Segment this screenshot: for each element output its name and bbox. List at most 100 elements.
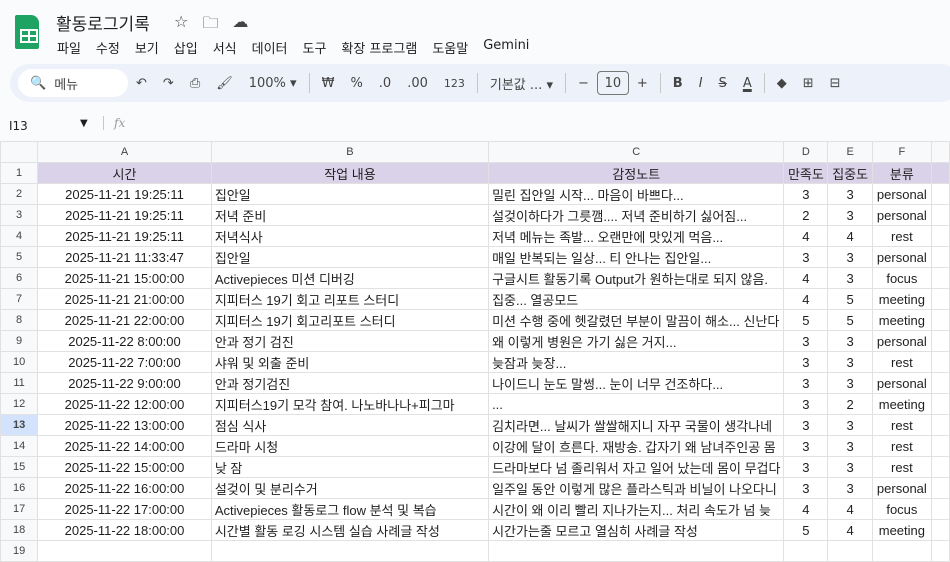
increase-decimal-button[interactable]: .00 bbox=[399, 76, 436, 91]
cell[interactable] bbox=[930, 183, 950, 205]
cell[interactable]: 2025-11-22 17:00:00 bbox=[37, 498, 212, 520]
cell[interactable]: 저녁식사 bbox=[210, 225, 490, 247]
cell[interactable] bbox=[930, 288, 950, 310]
cell[interactable]: 3 bbox=[783, 414, 829, 436]
fill-color-icon[interactable]: ◆ bbox=[769, 76, 795, 91]
star-icon[interactable]: ☆ bbox=[174, 12, 188, 39]
row-header[interactable]: 10 bbox=[0, 351, 39, 373]
cell[interactable]: 4 bbox=[827, 225, 874, 247]
name-box[interactable]: I13 bbox=[9, 119, 28, 133]
strikethrough-button[interactable]: S bbox=[711, 76, 735, 91]
cell[interactable]: focus bbox=[872, 498, 932, 520]
cell[interactable]: 집중... 열공모드 bbox=[488, 288, 785, 310]
cell[interactable]: 2025-11-21 15:00:00 bbox=[37, 267, 212, 289]
row-header[interactable]: 13 bbox=[0, 414, 39, 436]
row-header[interactable]: 18 bbox=[0, 519, 39, 541]
cell[interactable]: 미션 수행 중에 헷갈렸던 부분이 말끔이 해소... 신난다 bbox=[488, 309, 785, 331]
cell[interactable]: 3 bbox=[827, 204, 874, 226]
row-header[interactable]: 16 bbox=[0, 477, 39, 499]
cell[interactable] bbox=[37, 540, 212, 562]
cell[interactable]: meeting bbox=[872, 309, 932, 331]
menu-item[interactable]: 파일 bbox=[57, 38, 81, 57]
font-size-input[interactable]: 10 bbox=[596, 71, 629, 95]
column-header[interactable]: E bbox=[827, 141, 874, 163]
cell[interactable] bbox=[872, 540, 932, 562]
cell[interactable]: 2025-11-22 8:00:00 bbox=[37, 330, 212, 352]
undo-icon[interactable]: ↶ bbox=[128, 76, 155, 91]
menu-item[interactable]: 수정 bbox=[96, 38, 120, 57]
menu-item[interactable]: 도움말 bbox=[432, 38, 468, 57]
cell[interactable]: 3 bbox=[783, 477, 829, 499]
cell[interactable]: rest bbox=[872, 435, 932, 457]
cell[interactable]: 김치라면... 날씨가 쌀쌀해지니 자꾸 국물이 생각나네 bbox=[488, 414, 785, 436]
cell[interactable]: rest bbox=[872, 225, 932, 247]
cell[interactable] bbox=[930, 309, 950, 331]
cell[interactable]: meeting bbox=[872, 288, 932, 310]
cell[interactable]: rest bbox=[872, 456, 932, 478]
cell[interactable] bbox=[930, 456, 950, 478]
cell[interactable]: 5 bbox=[783, 519, 829, 541]
cell[interactable]: 3 bbox=[827, 267, 874, 289]
cell[interactable]: 시간가는줄 모르고 열심히 사례글 작성 bbox=[488, 519, 785, 541]
cell[interactable]: 2025-11-21 21:00:00 bbox=[37, 288, 212, 310]
cell[interactable]: personal bbox=[872, 183, 932, 205]
cell[interactable]: 설겆이 및 분리수거 bbox=[210, 477, 490, 499]
cell[interactable] bbox=[827, 540, 874, 562]
cell[interactable]: personal bbox=[872, 330, 932, 352]
cell[interactable]: 2025-11-22 15:00:00 bbox=[37, 456, 212, 478]
cell[interactable] bbox=[930, 540, 950, 562]
cell[interactable]: 2025-11-22 14:00:00 bbox=[37, 435, 212, 457]
cell[interactable]: 낮 잠 bbox=[210, 456, 490, 478]
cell[interactable]: 구글시트 활동기록 Output가 원하는대로 되지 않음. bbox=[488, 267, 785, 289]
cell[interactable]: 2 bbox=[783, 204, 829, 226]
cell[interactable]: 3 bbox=[827, 435, 874, 457]
cell[interactable]: 시간별 활동 로깅 시스템 실습 사례글 작성 bbox=[210, 519, 490, 541]
cell[interactable]: 2025-11-22 18:00:00 bbox=[37, 519, 212, 541]
cell[interactable] bbox=[930, 477, 950, 499]
cell[interactable]: 4 bbox=[827, 519, 874, 541]
menu-search[interactable]: 🔍 메뉴 bbox=[18, 69, 128, 97]
redo-icon[interactable]: ↷ bbox=[155, 76, 182, 91]
cell[interactable] bbox=[930, 435, 950, 457]
cell[interactable] bbox=[930, 330, 950, 352]
cell[interactable]: 3 bbox=[827, 372, 874, 394]
print-icon[interactable]: ⎙ bbox=[182, 76, 208, 91]
cell[interactable]: 집안일 bbox=[210, 183, 490, 205]
cell[interactable]: 3 bbox=[783, 183, 829, 205]
column-header[interactable]: A bbox=[37, 141, 212, 163]
cell[interactable] bbox=[930, 498, 950, 520]
cell[interactable]: 작업 내용 bbox=[210, 162, 490, 184]
cell[interactable]: 늦잠과 늦장... bbox=[488, 351, 785, 373]
row-header[interactable]: 12 bbox=[0, 393, 39, 415]
cell[interactable]: focus bbox=[872, 267, 932, 289]
cell[interactable]: 왜 이렇게 병원은 가기 싫은 거지... bbox=[488, 330, 785, 352]
cell[interactable]: 2 bbox=[827, 393, 874, 415]
cell[interactable]: personal bbox=[872, 204, 932, 226]
cell[interactable]: 점심 식사 bbox=[210, 414, 490, 436]
document-title[interactable]: 활동로그기록 bbox=[56, 10, 150, 35]
cell[interactable]: 지피터스 19기 회고 리포트 스터디 bbox=[210, 288, 490, 310]
cell[interactable]: 3 bbox=[827, 246, 874, 268]
increase-font-size-button[interactable]: + bbox=[629, 76, 656, 91]
cell[interactable]: 2025-11-21 22:00:00 bbox=[37, 309, 212, 331]
cell[interactable]: 2025-11-21 19:25:11 bbox=[37, 204, 212, 226]
cell[interactable] bbox=[210, 540, 490, 562]
row-header[interactable]: 9 bbox=[0, 330, 39, 352]
spreadsheet-grid[interactable]: ABCDEF 1 시간 작업 내용 감정노트 만족도 집중도 분류 2 2025-11-21 1… bbox=[0, 141, 950, 562]
cell[interactable]: 3 bbox=[783, 246, 829, 268]
number-format-button[interactable]: 123 bbox=[436, 77, 473, 90]
cell[interactable]: 저녁 메뉴는 족발... 오랜만에 맛있게 먹음... bbox=[488, 225, 785, 247]
row-header[interactable]: 6 bbox=[0, 267, 39, 289]
currency-button[interactable]: ₩ bbox=[314, 76, 343, 91]
column-header[interactable]: D bbox=[783, 141, 829, 163]
cell[interactable]: 3 bbox=[827, 456, 874, 478]
column-header[interactable]: C bbox=[488, 141, 785, 163]
cell[interactable]: 감정노트 bbox=[488, 162, 785, 184]
text-color-button[interactable]: A bbox=[735, 76, 760, 91]
decrease-decimal-button[interactable]: .0 bbox=[371, 76, 399, 91]
cell[interactable]: 5 bbox=[827, 309, 874, 331]
percent-button[interactable]: % bbox=[342, 76, 370, 91]
row-header[interactable]: 19 bbox=[0, 540, 39, 562]
cell[interactable]: 샤워 및 외출 준비 bbox=[210, 351, 490, 373]
cell[interactable]: 3 bbox=[827, 183, 874, 205]
